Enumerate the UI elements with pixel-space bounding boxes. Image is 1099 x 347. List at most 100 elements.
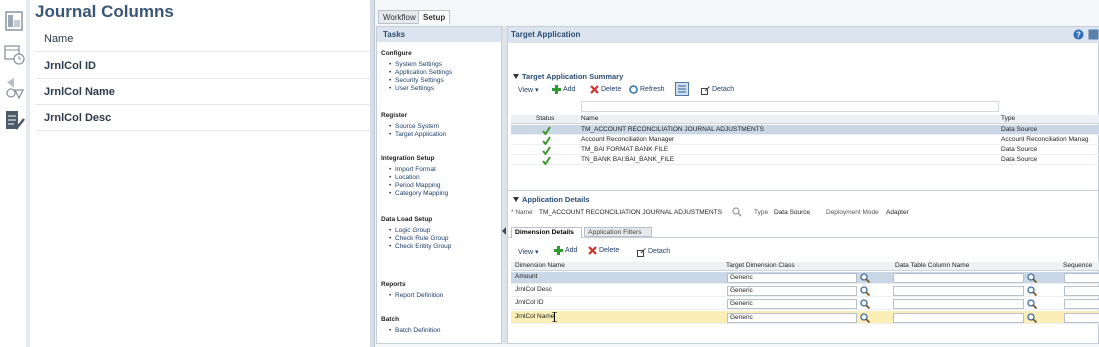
collapse-triangle-icon[interactable] — [513, 74, 519, 80]
type-value: Data Source — [774, 209, 811, 216]
summary-view-menu[interactable]: View ▾ — [518, 86, 539, 94]
data-table-column-input[interactable] — [893, 299, 1024, 309]
app-type-cell: Account Reconciliation Manag — [1001, 136, 1089, 143]
dimension-class-input[interactable]: Generic — [727, 286, 857, 296]
app-type-cell: Data Source — [1001, 126, 1038, 133]
app-name-cell: TM_ACCOUNT RECONCILIATION JOURNAL ADJUST… — [581, 126, 764, 133]
dimension-delete-button[interactable]: Delete — [599, 247, 619, 254]
task-link-security-settings[interactable]: Security Settings — [389, 77, 444, 84]
check-icon — [542, 126, 551, 135]
task-link-category-mapping[interactable]: Category Mapping — [389, 190, 448, 197]
tab-strip-line — [508, 237, 1099, 238]
summary-refresh-button[interactable]: Refresh — [640, 86, 665, 93]
task-link-application-settings[interactable]: Application Settings — [389, 69, 452, 76]
dimension-detach-button[interactable]: Detach — [648, 248, 670, 255]
calendar-clock-icon[interactable] — [3, 42, 26, 68]
task-group-configure: Configure — [381, 50, 412, 57]
app-name-cell: TN_BANK BAI:BAI_BANK_FILE — [581, 156, 675, 163]
dimension-add-button[interactable]: Add — [565, 247, 577, 254]
app-name-cell: Account Reconciliation Manager — [581, 136, 675, 143]
col-data-table-column-name[interactable]: Data Table Column Name — [895, 262, 969, 269]
col-status[interactable]: Status — [536, 115, 554, 122]
col-target-dimension-class[interactable]: Target Dimension Class — [726, 262, 795, 269]
summary-delete-button[interactable]: Delete — [601, 86, 621, 93]
search-icon[interactable] — [860, 299, 870, 309]
check-icon — [542, 136, 551, 145]
refresh-icon[interactable] — [629, 85, 638, 94]
add-icon[interactable] — [554, 246, 563, 255]
task-link-system-settings[interactable]: System Settings — [389, 61, 442, 68]
tasks-header: Tasks — [377, 27, 501, 42]
task-link-check-rule-group[interactable]: Check Rule Group — [389, 235, 449, 242]
col-name[interactable]: Name — [581, 115, 598, 122]
task-link-import-format[interactable]: Import Format — [389, 166, 436, 173]
dimension-class-input[interactable]: Generic — [727, 273, 857, 283]
detach-icon[interactable] — [701, 86, 710, 95]
deployment-mode-value: Adapter — [886, 209, 909, 216]
delete-icon[interactable] — [588, 246, 597, 255]
shapes-icon[interactable] — [3, 76, 26, 102]
search-icon[interactable] — [732, 207, 742, 217]
filter-row[interactable] — [581, 101, 999, 112]
delete-icon[interactable] — [590, 85, 599, 94]
name-column-header: Name — [36, 26, 370, 52]
sequence-input[interactable] — [1064, 273, 1099, 283]
col-type[interactable]: Type — [1001, 115, 1015, 122]
sequence-input[interactable] — [1064, 286, 1099, 296]
detach-icon[interactable] — [637, 248, 646, 257]
journal-column-row[interactable]: JrnlCol Name — [36, 79, 370, 105]
search-icon[interactable] — [860, 286, 870, 296]
task-group-data-load-setup: Data Load Setup — [381, 216, 433, 223]
help-icon[interactable]: ? — [1073, 29, 1084, 40]
dimension-name-cell: JrnlCol Name — [515, 313, 555, 320]
search-icon[interactable] — [1027, 273, 1037, 283]
task-link-logic-group[interactable]: Logic Group — [389, 227, 430, 234]
sequence-input[interactable] — [1064, 313, 1099, 323]
col-dimension-name[interactable]: Dimension Name — [515, 262, 565, 269]
rail-edge — [26, 0, 30, 347]
summary-add-button[interactable]: Add — [563, 86, 575, 93]
type-label: Type — [754, 209, 769, 216]
search-icon[interactable] — [1027, 286, 1037, 296]
task-link-check-entity-group[interactable]: Check Entity Group — [389, 243, 451, 250]
data-table-column-input[interactable] — [893, 313, 1024, 323]
task-link-source-system[interactable]: Source System — [389, 123, 439, 130]
search-icon[interactable] — [860, 313, 870, 323]
task-group-reports: Reports — [381, 281, 406, 288]
data-table-column-input[interactable] — [893, 286, 1024, 296]
name-label: * Name — [511, 209, 533, 216]
search-icon[interactable] — [1027, 313, 1037, 323]
task-link-target-application[interactable]: Target Application — [389, 131, 446, 138]
dimension-view-menu[interactable]: View ▾ — [518, 248, 539, 256]
app-name-cell: TM_BAI FORMAT BANK FILE — [581, 146, 669, 153]
col-sequence[interactable]: Sequence — [1063, 262, 1092, 269]
tab-application-filters[interactable]: Application Filters — [584, 227, 652, 237]
task-group-register: Register — [381, 112, 408, 119]
journal-column-row[interactable]: JrnlCol ID — [36, 53, 370, 79]
text-cursor-icon — [552, 312, 557, 322]
task-link-period-mapping[interactable]: Period Mapping — [389, 182, 440, 189]
edit-document-icon[interactable] — [3, 108, 26, 134]
tab-workflow[interactable]: Workflow — [378, 10, 421, 24]
dimension-class-input[interactable]: Generic — [727, 299, 857, 309]
dashboard-icon[interactable] — [3, 8, 26, 34]
task-link-user-settings[interactable]: User Settings — [389, 85, 434, 92]
dimension-class-input[interactable]: Generic — [727, 313, 857, 323]
tasks-pane: Tasks Configure System Settings Applicat… — [376, 26, 502, 344]
query-by-example-icon[interactable] — [675, 82, 689, 96]
task-link-report-definition[interactable]: Report Definition — [389, 292, 443, 299]
search-icon[interactable] — [1027, 299, 1037, 309]
target-application-pane: Target Application ? Target Application … — [507, 26, 1099, 344]
search-icon[interactable] — [860, 273, 870, 283]
tab-dimension-details[interactable]: Dimension Details — [511, 227, 582, 238]
settings-icon[interactable] — [1088, 29, 1099, 40]
task-link-location[interactable]: Location — [389, 174, 419, 181]
collapse-triangle-icon[interactable] — [513, 197, 519, 203]
journal-column-row[interactable]: JrnlCol Desc — [36, 105, 370, 131]
task-link-batch-definition[interactable]: Batch Definition — [389, 327, 440, 334]
data-table-column-input[interactable] — [893, 273, 1024, 283]
tab-setup[interactable]: Setup — [418, 10, 451, 24]
sequence-input[interactable] — [1064, 299, 1099, 309]
add-icon[interactable] — [552, 85, 561, 94]
summary-detach-button[interactable]: Detach — [712, 86, 734, 93]
